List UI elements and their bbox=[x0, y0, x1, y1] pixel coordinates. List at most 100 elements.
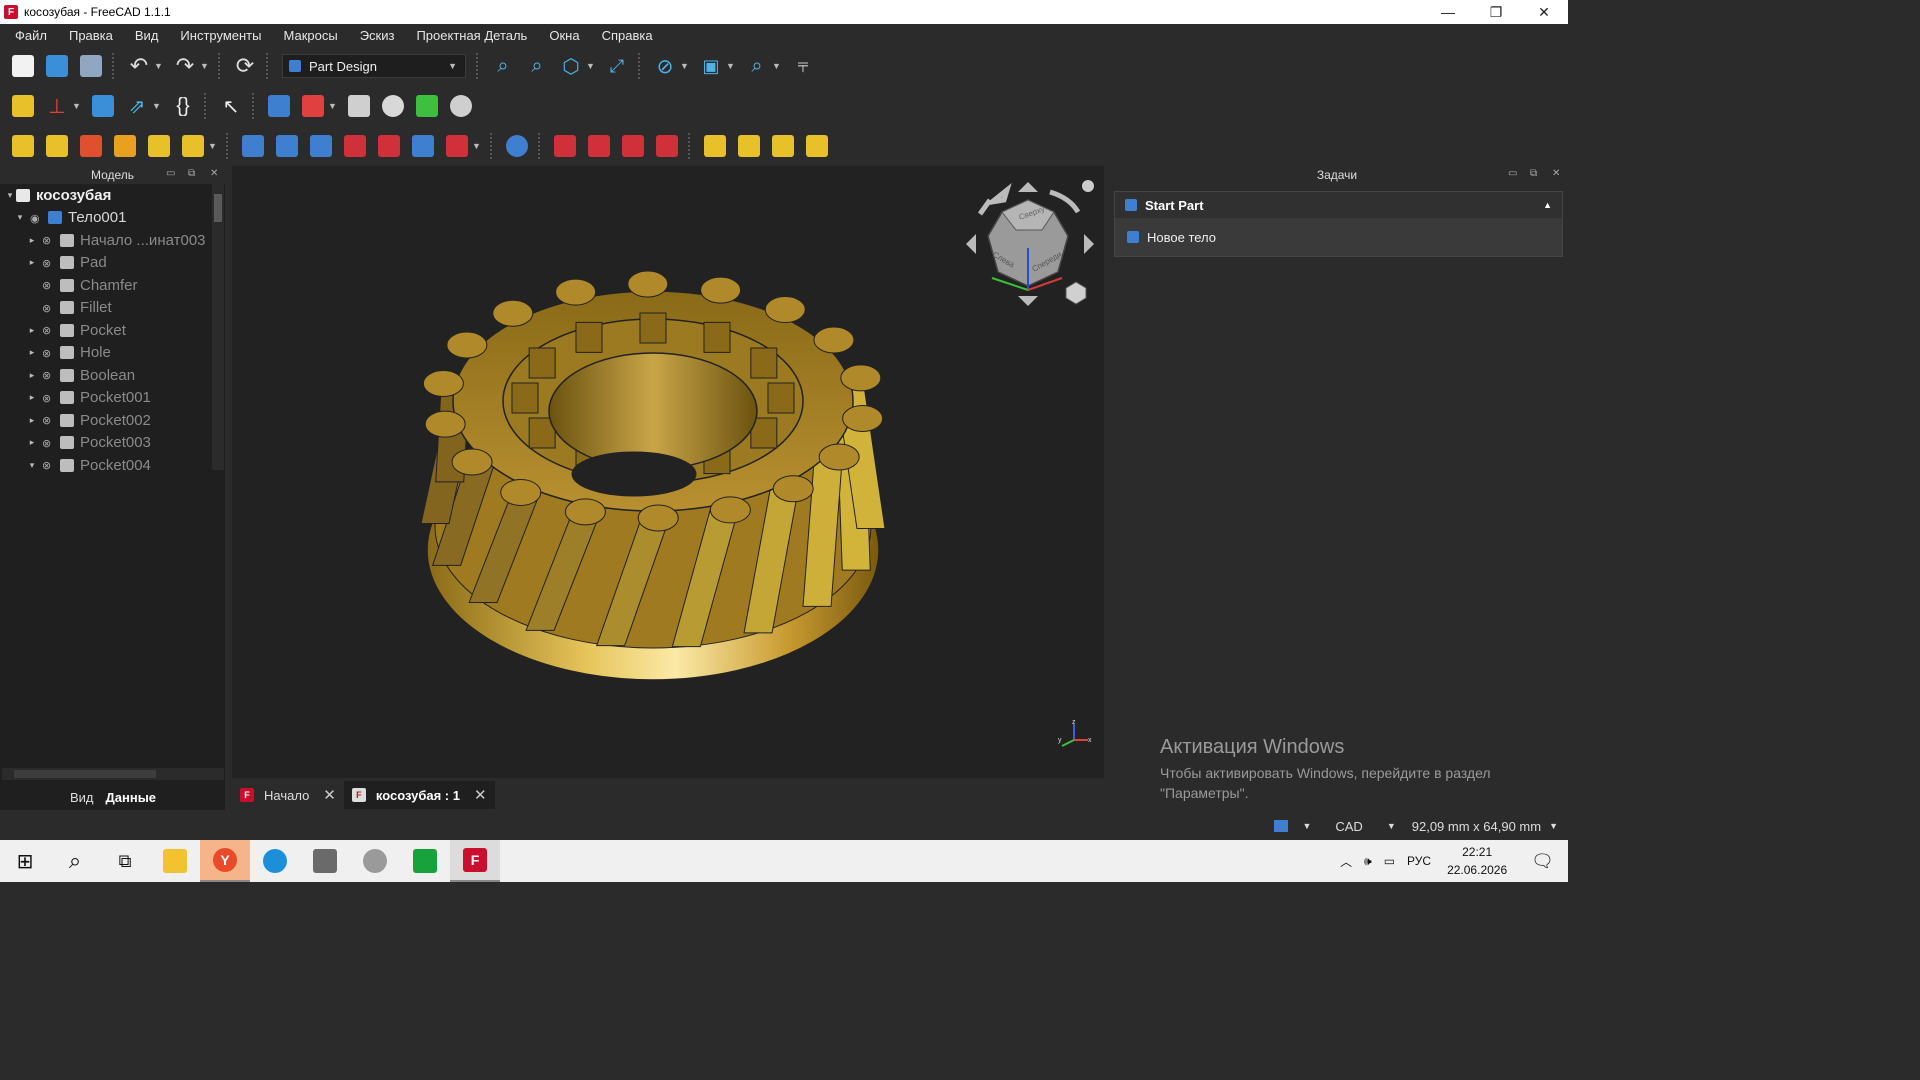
undo-dropdown-arrow[interactable]: ▼ bbox=[154, 61, 164, 71]
views-dropdown-arrow[interactable]: ▼ bbox=[586, 61, 596, 71]
revolution-button[interactable] bbox=[42, 131, 72, 161]
tree-item[interactable]: ▸ ⊗ Pocket001 bbox=[0, 387, 225, 410]
subshape-binder-button[interactable] bbox=[446, 91, 476, 121]
menu-part-design[interactable]: Проектная Деталь bbox=[405, 28, 538, 43]
variable-set-button[interactable]: {} bbox=[168, 91, 198, 121]
redo-button[interactable]: ↷ bbox=[170, 51, 200, 81]
rotate-right-arrow-icon[interactable] bbox=[1049, 189, 1081, 214]
hidden-icon[interactable]: ⊗ bbox=[42, 257, 56, 270]
create-sketch-button[interactable] bbox=[298, 91, 328, 121]
subtractive-primitive-button[interactable] bbox=[442, 131, 472, 161]
standard-views-button[interactable]: ⬡ bbox=[556, 51, 586, 81]
calculator-button[interactable] bbox=[300, 840, 350, 882]
task-box-header[interactable]: Start Part ▲ bbox=[1115, 192, 1562, 218]
view-left-arrow-icon[interactable] bbox=[966, 234, 976, 254]
redo-dropdown-arrow[interactable]: ▼ bbox=[200, 61, 210, 71]
close-tab-icon[interactable]: ✕ bbox=[474, 786, 487, 804]
search-button[interactable]: ⌕ bbox=[50, 840, 100, 882]
tab-view[interactable]: Вид bbox=[65, 787, 99, 808]
chevron-down-icon[interactable]: ▼ bbox=[1302, 821, 1311, 831]
pocket-button[interactable] bbox=[238, 131, 268, 161]
polar-pattern-button[interactable] bbox=[768, 131, 798, 161]
davinci-button[interactable] bbox=[350, 840, 400, 882]
tree-vertical-scrollbar[interactable] bbox=[212, 184, 224, 470]
selection-dropdown-arrow[interactable]: ▼ bbox=[726, 61, 736, 71]
draft-button[interactable] bbox=[618, 131, 648, 161]
tree-item[interactable]: ⊗ Chamfer bbox=[0, 274, 225, 297]
selection-view-button[interactable]: ▣ bbox=[696, 51, 726, 81]
navigation-style-icon[interactable] bbox=[1274, 820, 1289, 832]
chevron-down-icon[interactable]: ▾ bbox=[14, 212, 26, 223]
view-down-arrow-icon[interactable] bbox=[1018, 296, 1038, 306]
hidden-icon[interactable]: ⊗ bbox=[42, 234, 56, 247]
create-group-button[interactable] bbox=[88, 91, 118, 121]
chevron-down-icon[interactable]: ▾ bbox=[26, 460, 38, 471]
menu-sketch[interactable]: Эскиз bbox=[349, 28, 406, 43]
additive-pipe-button[interactable] bbox=[110, 131, 140, 161]
chevron-right-icon[interactable]: ▸ bbox=[26, 347, 38, 358]
hidden-icon[interactable]: ⊗ bbox=[42, 324, 56, 337]
float-panel-icon[interactable]: ▭ bbox=[1508, 168, 1517, 179]
file-explorer-button[interactable] bbox=[150, 840, 200, 882]
new-document-button[interactable] bbox=[8, 51, 38, 81]
notification-icon[interactable]: 🗨 bbox=[1531, 851, 1554, 872]
menu-windows[interactable]: Окна bbox=[538, 28, 590, 43]
view-up-arrow-icon[interactable] bbox=[1018, 182, 1038, 192]
additive-primitive-dropdown-arrow[interactable]: ▼ bbox=[208, 141, 218, 151]
chevron-down-icon[interactable]: ▼ bbox=[1549, 821, 1558, 831]
close-button[interactable]: ✕ bbox=[1520, 0, 1568, 24]
hidden-icon[interactable]: ⊗ bbox=[42, 437, 56, 450]
chevron-right-icon[interactable]: ▸ bbox=[26, 415, 38, 426]
chevron-down-icon[interactable]: ▼ bbox=[1387, 821, 1396, 831]
multi-transform-button[interactable] bbox=[802, 131, 832, 161]
scrollbar-thumb[interactable] bbox=[214, 194, 222, 222]
float-panel-icon[interactable]: ▭ bbox=[166, 168, 175, 179]
fillet-button[interactable] bbox=[550, 131, 580, 161]
tree-item[interactable]: ▾ ⊗ Pocket004 bbox=[0, 454, 225, 477]
tab-document[interactable]: F косозубая : 1 ✕ bbox=[343, 781, 495, 809]
undo-button[interactable]: ↶ bbox=[124, 51, 154, 81]
view-right-arrow-icon[interactable] bbox=[1084, 234, 1094, 254]
subtractive-helix-button[interactable] bbox=[408, 131, 438, 161]
hidden-icon[interactable]: ⊗ bbox=[42, 459, 56, 472]
rotate-left-arrow-icon[interactable] bbox=[977, 183, 1012, 216]
collapse-icon[interactable]: ▲ bbox=[1543, 200, 1552, 210]
menu-macros[interactable]: Макросы bbox=[272, 28, 348, 43]
chevron-right-icon[interactable]: ▸ bbox=[26, 235, 38, 246]
small-cube-icon[interactable] bbox=[1065, 281, 1087, 305]
chevron-up-icon[interactable]: ︿ bbox=[1340, 853, 1352, 870]
restore-button[interactable]: ❐ bbox=[1472, 0, 1520, 24]
task-view-button[interactable]: ⧉ bbox=[100, 840, 150, 882]
sketch-dropdown-arrow[interactable]: ▼ bbox=[328, 101, 338, 111]
view-menu-icon[interactable] bbox=[1082, 180, 1094, 192]
link-button[interactable]: ⇗ bbox=[122, 91, 152, 121]
tree-item[interactable]: ▸ ⊗ Hole bbox=[0, 342, 225, 365]
tree-item[interactable]: ▸ ⊗ Pocket003 bbox=[0, 432, 225, 455]
undock-panel-icon[interactable]: ⧉ bbox=[1530, 168, 1537, 179]
menu-tools[interactable]: Инструменты bbox=[169, 28, 272, 43]
hidden-icon[interactable]: ⊗ bbox=[42, 347, 56, 360]
battery-icon[interactable]: ▭ bbox=[1384, 854, 1395, 868]
fit-selection-button[interactable]: ⌕ bbox=[522, 51, 552, 81]
additive-loft-button[interactable] bbox=[76, 131, 106, 161]
hidden-icon[interactable]: ⊗ bbox=[42, 279, 56, 292]
validate-sketch-button[interactable] bbox=[344, 91, 374, 121]
freecad-taskbar-button[interactable]: F bbox=[450, 840, 500, 882]
thickness-button[interactable] bbox=[652, 131, 682, 161]
visibility-icon[interactable]: ◉ bbox=[30, 212, 44, 225]
minimize-button[interactable]: — bbox=[1424, 0, 1472, 24]
hidden-icon[interactable]: ⊗ bbox=[42, 392, 56, 405]
pad-button[interactable] bbox=[8, 131, 38, 161]
hole-button[interactable] bbox=[272, 131, 302, 161]
start-button[interactable]: ⊞ bbox=[0, 840, 50, 882]
shape-binder-button[interactable] bbox=[412, 91, 442, 121]
scrollbar-thumb[interactable] bbox=[14, 770, 156, 778]
tree-item[interactable]: ▸ ⊗ Pocket bbox=[0, 319, 225, 342]
close-panel-icon[interactable]: ✕ bbox=[1552, 168, 1560, 179]
tab-start-page[interactable]: F Начало ✕ bbox=[232, 781, 344, 809]
create-datum-button[interactable]: ⊥ bbox=[42, 91, 72, 121]
volume-icon[interactable]: 🕪 bbox=[1364, 854, 1372, 869]
tree-item[interactable]: ▸ ⊗ Pocket002 bbox=[0, 409, 225, 432]
navigation-style-label[interactable]: CAD bbox=[1335, 819, 1362, 834]
menu-edit[interactable]: Правка bbox=[58, 28, 124, 43]
